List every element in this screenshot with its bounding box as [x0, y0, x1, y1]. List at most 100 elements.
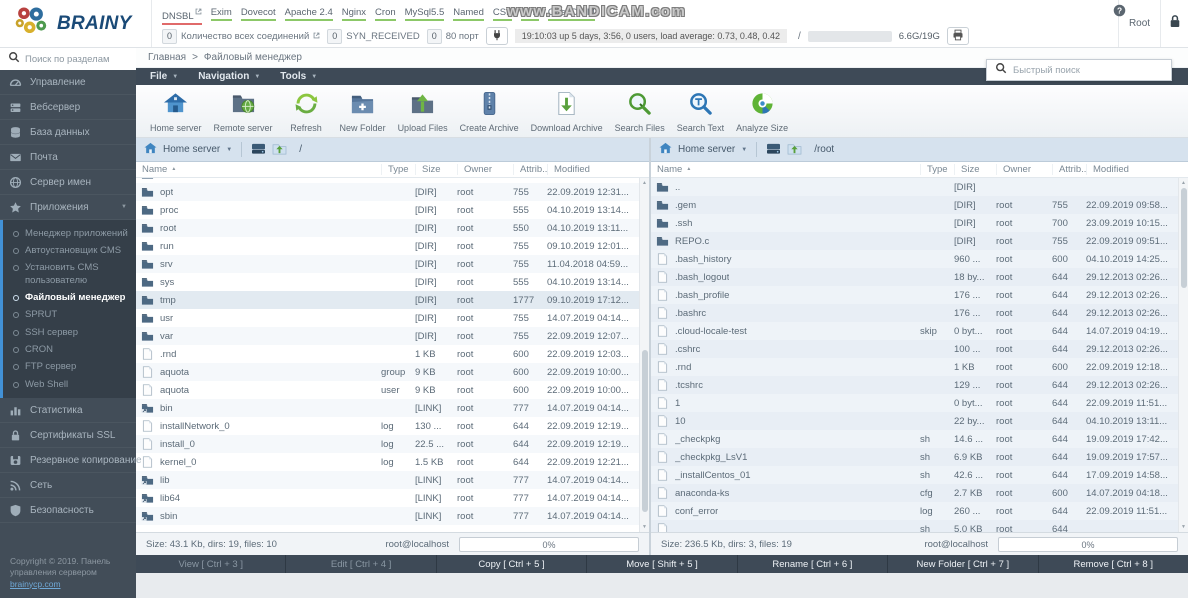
file-row-install-0[interactable]: install_0log22.5 ...root64422.09.2019 12…	[136, 435, 649, 453]
file-row-item[interactable]: ..[DIR]	[651, 178, 1188, 196]
file-row-root[interactable]: root[DIR]root55004.10.2019 13:11...	[136, 219, 649, 237]
plug-button[interactable]	[486, 27, 508, 45]
file-row-installcentos-01[interactable]: _installCentos_01sh42.6 ...root64417.09.…	[651, 466, 1188, 484]
toolbar-remote-server[interactable]: Remote server	[208, 88, 279, 136]
toolbar-refresh[interactable]: Refresh	[279, 88, 334, 136]
scrollbar-thumb[interactable]	[1181, 188, 1187, 288]
scrollbar[interactable]: ▲ ▼	[639, 178, 649, 532]
service-link-named[interactable]: Named	[453, 7, 484, 21]
toolbar-download-archive[interactable]: Download Archive	[525, 88, 609, 136]
sidebar-item-item[interactable]: База данных	[0, 120, 136, 145]
column-header-size[interactable]: Size	[954, 164, 996, 175]
scroll-up-icon[interactable]: ▲	[640, 180, 649, 186]
service-link-mysql5-5[interactable]: MySql5.5	[405, 7, 445, 21]
file-row-srv[interactable]: srv[DIR]root75511.04.2018 04:59...	[136, 255, 649, 273]
sidebar-subitem-sprut[interactable]: SPRUT	[3, 307, 136, 324]
file-row-usr[interactable]: usr[DIR]root75514.07.2019 04:14...	[136, 309, 649, 327]
sidebar-subitem-cms[interactable]: Установить CMS пользователю	[3, 260, 136, 290]
file-row-gem[interactable]: .gem[DIR]root75522.09.2019 09:58...	[651, 196, 1188, 214]
menu-tools[interactable]: Tools▼	[270, 71, 327, 82]
file-row-sys[interactable]: sys[DIR]root55504.10.2019 13:14...	[136, 273, 649, 291]
file-row-cshrc[interactable]: .cshrc100 ...root64429.12.2013 02:26...	[651, 340, 1188, 358]
column-header-modified[interactable]: Modified	[1086, 164, 1178, 175]
service-link-apache-2-4[interactable]: Apache 2.4	[285, 7, 333, 21]
file-row-cloud-locale-test[interactable]: .cloud-locale-testskip0 byt...root64414.…	[651, 322, 1188, 340]
file-row-sbin[interactable]: sbin[LINK]root77714.07.2019 04:14...	[136, 507, 649, 525]
quick-search[interactable]	[986, 59, 1172, 81]
file-row-bash-history[interactable]: .bash_history960 ...root60004.10.2019 14…	[651, 250, 1188, 268]
menu-navigation[interactable]: Navigation▼	[188, 71, 270, 82]
sidebar-search-input[interactable]	[25, 54, 128, 65]
sidebar-subitem-web-shell[interactable]: Web Shell	[3, 376, 136, 393]
action-copy[interactable]: Copy [ Ctrl + 5 ]	[437, 555, 587, 573]
column-header-type[interactable]: Type	[381, 164, 415, 175]
lock-button[interactable]	[1160, 0, 1188, 47]
scroll-down-icon[interactable]: ▼	[640, 524, 649, 530]
sidebar-subitem-cron[interactable]: CRON	[3, 341, 136, 358]
sidebar-item-item[interactable]: Управление	[0, 70, 136, 95]
file-row-conf-error[interactable]: conf_errorlog260 ...root64422.09.2019 11…	[651, 502, 1188, 520]
service-link-dnsbl[interactable]: DNSBL	[162, 7, 202, 25]
file-row-1[interactable]: 10 byt...root64422.09.2019 11:51...	[651, 394, 1188, 412]
file-row-run[interactable]: run[DIR]root75509.10.2019 12:01...	[136, 237, 649, 255]
file-row-checkpkg-lsv1[interactable]: _checkpkg_LsV1sh6.9 KBroot64419.09.2019 …	[651, 448, 1188, 466]
column-header-attrib[interactable]: Attrib...	[513, 164, 547, 175]
service-link-nginx[interactable]: Nginx	[342, 7, 366, 21]
file-row-lib[interactable]: lib[LINK]root77714.07.2019 04:14...	[136, 471, 649, 489]
file-row-anaconda-ks[interactable]: anaconda-kscfg2.7 KBroot60014.07.2019 04…	[651, 484, 1188, 502]
column-header-attrib[interactable]: Attrib...	[1052, 164, 1086, 175]
service-link-exim[interactable]: Exim	[211, 7, 232, 21]
folder-up-button[interactable]	[272, 142, 287, 158]
brainycp-link[interactable]: brainycp.com	[10, 579, 61, 589]
sidebar-subitem-ftp[interactable]: FTP сервер	[3, 359, 136, 376]
sidebar-item-item[interactable]: Безопасность	[0, 498, 136, 523]
file-row-var[interactable]: var[DIR]root75522.09.2019 12:07...	[136, 327, 649, 345]
menu-file[interactable]: File▼	[140, 71, 188, 82]
sidebar-item-item[interactable]: Почта	[0, 145, 136, 170]
chevron-down-icon[interactable]: ▼	[226, 147, 232, 153]
file-row-opt[interactable]: opt[DIR]root75522.09.2019 12:31...	[136, 183, 649, 201]
service-link-dovecot[interactable]: Dovecot	[241, 7, 276, 21]
file-row-rnd[interactable]: .rnd1 KBroot60022.09.2019 12:03...	[136, 345, 649, 363]
file-row-clipped[interactable]: sh5.0 KBroot644	[651, 520, 1188, 532]
sidebar-subitem-cms[interactable]: Автоустановщик CMS	[3, 242, 136, 259]
server-selector[interactable]: Home server	[678, 144, 735, 155]
action-new-folder[interactable]: New Folder [ Ctrl + 7 ]	[888, 555, 1038, 573]
column-header-size[interactable]: Size	[415, 164, 457, 175]
toolbar-new-folder[interactable]: New Folder	[334, 88, 392, 136]
disk-info-button[interactable]	[947, 27, 969, 45]
scroll-down-icon[interactable]: ▼	[1179, 524, 1188, 530]
action-view[interactable]: View [ Ctrl + 3 ]	[136, 555, 286, 573]
file-row-10[interactable]: 1022 by...root64404.10.2019 13:11...	[651, 412, 1188, 430]
sidebar-item-ssl[interactable]: Сертификаты SSL	[0, 423, 136, 448]
action-remove[interactable]: Remove [ Ctrl + 8 ]	[1039, 555, 1188, 573]
file-row-bash-logout[interactable]: .bash_logout18 by...root64429.12.2013 02…	[651, 268, 1188, 286]
sidebar-item-item[interactable]: Сервер имен	[0, 170, 136, 195]
file-row-bin[interactable]: bin[LINK]root77714.07.2019 04:14...	[136, 399, 649, 417]
chevron-down-icon[interactable]: ▼	[741, 147, 747, 153]
file-row-repo-c[interactable]: REPO.c[DIR]root75522.09.2019 09:51...	[651, 232, 1188, 250]
service-link-cron[interactable]: Cron	[375, 7, 396, 21]
toolbar-search-files[interactable]: Search Files	[609, 88, 671, 136]
scrollbar[interactable]: ▲ ▼	[1178, 178, 1188, 532]
toolbar-upload-files[interactable]: Upload Files	[392, 88, 454, 136]
sidebar-subitem-item[interactable]: Файловый менеджер	[3, 289, 136, 306]
file-row-bash-profile[interactable]: .bash_profile176 ...root64429.12.2013 02…	[651, 286, 1188, 304]
breadcrumb-home[interactable]: Главная	[148, 52, 186, 63]
file-row-proc[interactable]: proc[DIR]root55504.10.2019 13:14...	[136, 201, 649, 219]
file-row-aquota[interactable]: aquotauser9 KBroot60022.09.2019 10:00...	[136, 381, 649, 399]
column-header-type[interactable]: Type	[920, 164, 954, 175]
column-header-owner[interactable]: Owner	[996, 164, 1052, 175]
toolbar-analyze-size[interactable]: Analyze Size	[730, 88, 794, 136]
file-row-installnetwork-0[interactable]: installNetwork_0log130 ...root64422.09.2…	[136, 417, 649, 435]
sidebar-subitem-ssh[interactable]: SSH сервер	[3, 324, 136, 341]
sidebar-item-item[interactable]: Вебсервер	[0, 95, 136, 120]
toolbar-search-text[interactable]: Search Text	[671, 88, 730, 136]
column-header-owner[interactable]: Owner	[457, 164, 513, 175]
file-row-aquota[interactable]: aquotagroup9 KBroot60022.09.2019 10:00..…	[136, 363, 649, 381]
file-row-rnd[interactable]: .rnd1 KBroot60022.09.2019 12:18...	[651, 358, 1188, 376]
file-row-bashrc[interactable]: .bashrc176 ...root64429.12.2013 02:26...	[651, 304, 1188, 322]
help-icon[interactable]: ?	[1113, 4, 1126, 17]
drive-button[interactable]	[766, 142, 781, 158]
column-header-name[interactable]: Name▲	[136, 164, 381, 175]
